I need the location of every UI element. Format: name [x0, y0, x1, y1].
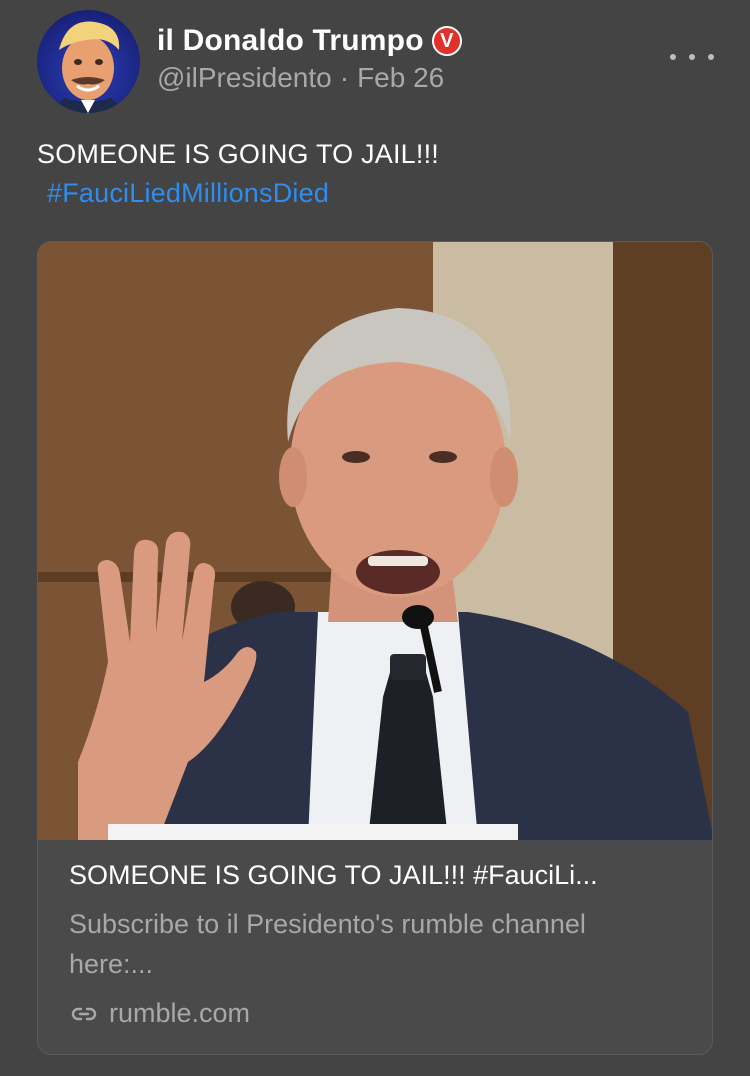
hashtag-link[interactable]: #FauciLiedMillionsDied [47, 178, 329, 209]
link-icon [69, 999, 99, 1029]
avatar[interactable] [37, 10, 140, 113]
more-options-button[interactable] [670, 42, 714, 72]
post-text: SOMEONE IS GOING TO JAIL!!! [37, 139, 439, 169]
more-dot-icon [689, 54, 695, 60]
more-dot-icon [670, 54, 676, 60]
author-name-row[interactable]: il Donaldo Trumpo V [157, 24, 462, 58]
author-meta: @ilPresidento · Feb 26 [157, 62, 444, 94]
link-preview-domain[interactable]: rumble.com [109, 998, 250, 1029]
author-display-name[interactable]: il Donaldo Trumpo [157, 24, 424, 58]
link-preview-description: Subscribe to il Presidento's rumble chan… [69, 909, 586, 979]
link-preview-domain-row[interactable]: rumble.com [69, 998, 250, 1029]
verified-badge-icon: V [431, 26, 462, 56]
link-preview-image[interactable] [38, 242, 712, 840]
user-avatar-icon [51, 21, 127, 113]
meta-separator: · [339, 62, 350, 93]
link-preview-body[interactable]: SOMEONE IS GOING TO JAIL!!! #FauciLi... … [38, 840, 712, 1054]
author-handle[interactable]: @ilPresidento [157, 62, 332, 93]
link-preview-title[interactable]: SOMEONE IS GOING TO JAIL!!! #FauciLi... [69, 860, 689, 891]
post-date[interactable]: Feb 26 [357, 62, 444, 93]
video-thumbnail-icon [38, 242, 712, 840]
link-preview-card[interactable]: SOMEONE IS GOING TO JAIL!!! #FauciLi... … [37, 241, 713, 1055]
more-dot-icon [708, 54, 714, 60]
post-card: il Donaldo Trumpo V @ilPresidento · Feb 26… [0, 0, 750, 1076]
